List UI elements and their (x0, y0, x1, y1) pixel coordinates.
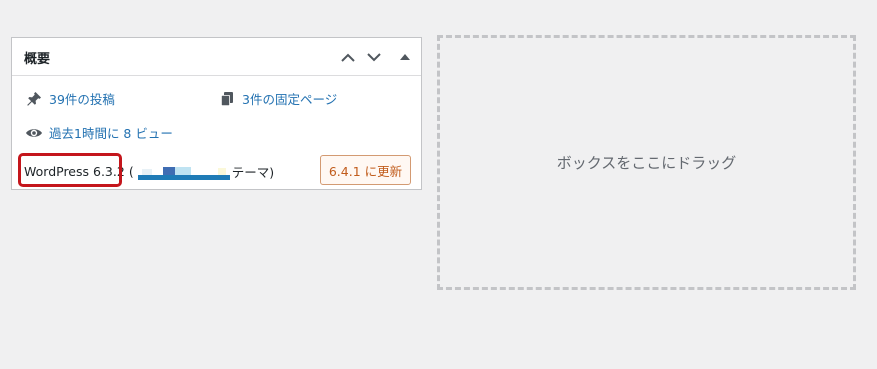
pages-count-label: 3件の固定ページ (242, 92, 338, 107)
posts-count-link[interactable]: 39件の投稿 (25, 89, 115, 108)
posts-count-label: 39件の投稿 (49, 92, 115, 107)
redacted-theme-name (137, 164, 230, 180)
drop-zone-label: ボックスをここにドラッグ (556, 154, 737, 172)
pin-icon (25, 90, 43, 108)
move-down-button[interactable] (364, 47, 384, 67)
move-up-button[interactable] (338, 47, 358, 67)
eye-icon (25, 124, 43, 142)
theme-open-paren: ( (128, 164, 134, 179)
views-count-label: 過去1時間に 8 ビュー (49, 126, 173, 141)
theme-suffix: テーマ) (231, 165, 275, 180)
update-wordpress-button[interactable]: 6.4.1 に更新 (320, 155, 411, 185)
views-count-link[interactable]: 過去1時間に 8 ビュー (25, 123, 173, 142)
caret-up-icon (400, 54, 410, 60)
pages-icon (218, 90, 236, 108)
toggle-panel-button[interactable] (395, 47, 415, 67)
at-a-glance-widget: 概要 39件の投稿 3件の固定ページ 過去1時間に 8 ビュー WordPres… (11, 37, 422, 190)
widget-header: 概要 (12, 38, 421, 76)
chevron-up-icon (341, 53, 355, 62)
pages-count-link[interactable]: 3件の固定ページ (218, 89, 337, 108)
chevron-down-icon (367, 52, 381, 61)
widget-title: 概要 (24, 52, 51, 67)
drop-zone[interactable]: ボックスをここにドラッグ (437, 35, 856, 290)
version-highlight-box (18, 153, 122, 187)
